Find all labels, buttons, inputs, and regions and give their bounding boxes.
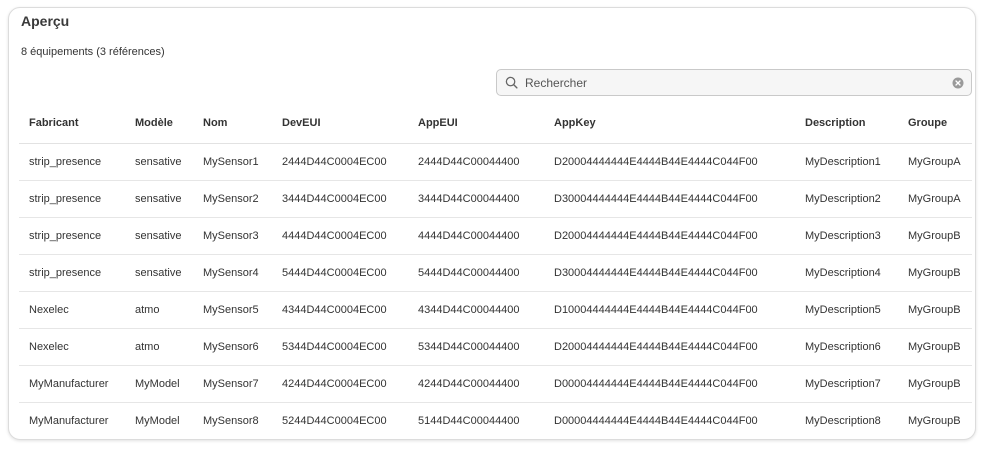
cell-fabricant: strip_presence bbox=[19, 254, 125, 292]
cell-groupe: MyGroupB bbox=[908, 415, 961, 427]
column-header-modele[interactable]: Modèle bbox=[125, 103, 193, 144]
cell-modele: atmo bbox=[125, 291, 193, 329]
cell-deveui: 4244D44C0004EC00 bbox=[272, 365, 408, 403]
search-input[interactable] bbox=[525, 75, 945, 90]
cell-appeui: 4244D44C00044400 bbox=[408, 365, 544, 403]
cell-appeui: 2444D44C00044400 bbox=[408, 143, 544, 181]
table-row[interactable]: MyManufacturer MyModel MySensor7 4244D44… bbox=[19, 365, 972, 403]
cell-nom: MySensor2 bbox=[193, 180, 272, 218]
cell-appeui: 3444D44C00044400 bbox=[408, 180, 544, 218]
equipment-count: 8 équipements (3 références) bbox=[21, 46, 165, 58]
cell-description: MyDescription1 bbox=[795, 143, 898, 181]
cell-modele: MyModel bbox=[125, 365, 193, 403]
cell-deveui: 4444D44C0004EC00 bbox=[272, 217, 408, 255]
cell-groupe: MyGroupA bbox=[898, 180, 972, 218]
cell-groupe: MyGroupA bbox=[898, 143, 972, 181]
cell-deveui: 5344D44C0004EC00 bbox=[272, 328, 408, 366]
cell-nom: MySensor8 bbox=[203, 415, 259, 427]
cell-fabricant: Nexelec bbox=[19, 328, 125, 366]
clear-icon[interactable] bbox=[945, 77, 971, 89]
cell-nom: MySensor7 bbox=[193, 365, 272, 403]
cell-fabricant: strip_presence bbox=[19, 217, 125, 255]
column-header-deveui[interactable]: DevEUI bbox=[272, 103, 408, 144]
cell-deveui: 5444D44C0004EC00 bbox=[272, 254, 408, 292]
equipment-table: Fabricant Modèle Nom DevEUI AppEUI AppKe… bbox=[19, 103, 972, 439]
cell-nom: MySensor5 bbox=[193, 291, 272, 329]
panel-title: Aperçu bbox=[21, 13, 70, 29]
table-row[interactable]: strip_presence sensative MySensor3 4444D… bbox=[19, 217, 972, 255]
cell-groupe: MyGroupB bbox=[898, 291, 972, 329]
cell-modele: atmo bbox=[125, 328, 193, 366]
cell-modele: sensative bbox=[125, 143, 193, 181]
column-header-fabricant[interactable]: Fabricant bbox=[19, 103, 125, 144]
table-row[interactable]: strip_presence sensative MySensor4 5444D… bbox=[19, 254, 972, 292]
cell-appkey: D20004444444E4444B44E4444C044F00 bbox=[544, 217, 795, 255]
cell-appkey: D30004444444E4444B44E4444C044F00 bbox=[544, 254, 795, 292]
cell-description: MyDescription8 bbox=[805, 415, 881, 427]
cell-fabricant: strip_presence bbox=[19, 143, 125, 181]
table-row[interactable]: strip_presence sensative MySensor2 3444D… bbox=[19, 180, 972, 218]
cell-fabricant: MyManufacturer bbox=[29, 415, 109, 427]
search-box bbox=[496, 69, 972, 96]
column-header-appeui[interactable]: AppEUI bbox=[408, 103, 544, 144]
column-header-groupe[interactable]: Groupe bbox=[898, 103, 972, 144]
cell-deveui: 3444D44C0004EC00 bbox=[272, 180, 408, 218]
cell-appkey: D20004444444E4444B44E4444C044F00 bbox=[544, 143, 795, 181]
column-header-description[interactable]: Description bbox=[795, 103, 898, 144]
preview-panel: Aperçu 8 équipements (3 références) Fabr… bbox=[8, 7, 976, 440]
cell-description: MyDescription3 bbox=[795, 217, 898, 255]
cell-appkey: D20004444444E4444B44E4444C044F00 bbox=[544, 328, 795, 366]
cell-appeui: 5444D44C00044400 bbox=[408, 254, 544, 292]
cell-groupe: MyGroupB bbox=[898, 217, 972, 255]
cell-appkey: D00004444444E4444B44E4444C044F00 bbox=[544, 365, 795, 403]
cell-appeui: 5344D44C00044400 bbox=[408, 328, 544, 366]
table-row[interactable]: Nexelec atmo MySensor6 5344D44C0004EC00 … bbox=[19, 328, 972, 366]
cell-groupe: MyGroupB bbox=[898, 328, 972, 366]
cell-deveui: 4344D44C0004EC00 bbox=[272, 291, 408, 329]
cell-nom: MySensor4 bbox=[193, 254, 272, 292]
cell-appkey: D00004444444E4444B44E4444C044F00 bbox=[554, 415, 758, 427]
cell-nom: MySensor6 bbox=[193, 328, 272, 366]
cell-fabricant: Nexelec bbox=[19, 291, 125, 329]
cell-description: MyDescription5 bbox=[795, 291, 898, 329]
cell-nom: MySensor1 bbox=[193, 143, 272, 181]
table-row[interactable]: Nexelec atmo MySensor5 4344D44C0004EC00 … bbox=[19, 291, 972, 329]
cell-fabricant: MyManufacturer bbox=[19, 365, 125, 403]
cell-modele: sensative bbox=[125, 217, 193, 255]
cell-appkey: D10004444444E4444B44E4444C044F00 bbox=[544, 291, 795, 329]
column-header-nom[interactable]: Nom bbox=[193, 103, 272, 144]
cell-groupe: MyGroupB bbox=[898, 365, 972, 403]
cell-modele: MyModel bbox=[135, 415, 180, 427]
cell-description: MyDescription2 bbox=[795, 180, 898, 218]
cell-description: MyDescription4 bbox=[795, 254, 898, 292]
cell-appeui: 4344D44C00044400 bbox=[408, 291, 544, 329]
cell-deveui: 5244D44C0004EC00 bbox=[282, 415, 387, 427]
cell-description: MyDescription6 bbox=[795, 328, 898, 366]
cell-appeui: 4444D44C00044400 bbox=[408, 217, 544, 255]
cell-description: MyDescription7 bbox=[795, 365, 898, 403]
cell-modele: sensative bbox=[125, 180, 193, 218]
cell-modele: sensative bbox=[125, 254, 193, 292]
search-icon bbox=[497, 76, 525, 89]
column-header-appkey[interactable]: AppKey bbox=[544, 103, 795, 144]
table-row[interactable]: MyManufacturer MyModel MySensor8 5244D44… bbox=[19, 403, 972, 440]
table-header-row: Fabricant Modèle Nom DevEUI AppEUI AppKe… bbox=[19, 103, 972, 144]
cell-nom: MySensor3 bbox=[193, 217, 272, 255]
cell-deveui: 2444D44C0004EC00 bbox=[272, 143, 408, 181]
cell-appkey: D30004444444E4444B44E4444C044F00 bbox=[544, 180, 795, 218]
cell-appeui: 5144D44C00044400 bbox=[418, 415, 520, 427]
cell-groupe: MyGroupB bbox=[898, 254, 972, 292]
table-row[interactable]: strip_presence sensative MySensor1 2444D… bbox=[19, 143, 972, 181]
cell-fabricant: strip_presence bbox=[19, 180, 125, 218]
